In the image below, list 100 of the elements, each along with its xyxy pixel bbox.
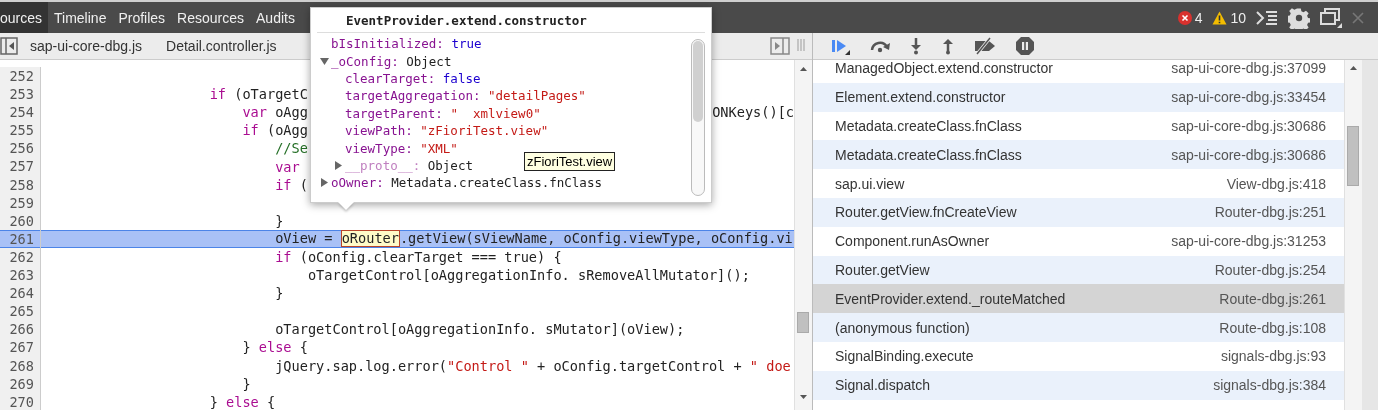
sidebar-toggle-icon[interactable]: [0, 37, 18, 55]
resume-button[interactable]: [831, 37, 851, 55]
call-stack-row[interactable]: Router.getView Router-dbg.js:254: [813, 255, 1344, 285]
step-into-button[interactable]: [909, 37, 923, 55]
code-token: " doe: [749, 357, 791, 374]
code-token: }: [275, 285, 284, 302]
property-value: true: [451, 36, 482, 52]
source-location[interactable]: signals-dbg.js:384: [1213, 377, 1326, 394]
property-value: Metadata.createClass.fnClass: [391, 175, 602, 191]
code-token: var: [242, 104, 267, 121]
line-number: 252: [0, 67, 41, 86]
call-stack-row[interactable]: Signal.dispatch signals-dbg.js:384: [813, 370, 1344, 400]
error-icon: [1177, 10, 1192, 25]
step-out-button[interactable]: [941, 37, 955, 55]
scrollbar-thumb[interactable]: [693, 41, 703, 122]
code-token: {: [299, 339, 308, 356]
function-name: Router.getView: [835, 261, 930, 278]
code-token: else: [258, 339, 292, 356]
panel-tab[interactable]: Profiles: [112, 2, 172, 33]
warning-icon: [1212, 10, 1228, 25]
tooltip: zFioriTest.view: [524, 152, 616, 171]
property-key: oOwner:: [331, 175, 384, 191]
code-token: oAgg: [275, 104, 308, 121]
file-tab[interactable]: Detail.controller.js: [154, 38, 289, 54]
source-location[interactable]: sap-ui-core-dbg.js:31253: [1171, 233, 1326, 250]
source-location[interactable]: Router-dbg.js:254: [1214, 261, 1326, 278]
step-over-button[interactable]: [869, 39, 891, 53]
property-value: Object: [427, 157, 473, 173]
pause-on-exceptions-button[interactable]: [1015, 36, 1035, 56]
panel-tab[interactable]: Audits: [250, 2, 301, 33]
property-value: "XML": [420, 140, 458, 156]
property-key: targetAggregation:: [345, 88, 481, 104]
scrollbar-thumb[interactable]: [797, 312, 809, 333]
expanded-triangle-icon[interactable]: [319, 56, 329, 66]
line-number: 256: [0, 139, 41, 158]
code-token: if: [275, 176, 292, 193]
source-location[interactable]: sap-ui-core-dbg.js:33454: [1171, 89, 1326, 106]
function-name: EventProvider.extend._routeMatched: [835, 290, 1066, 307]
code-token: oView =: [275, 230, 334, 248]
code-token: (oAgg: [267, 122, 308, 139]
source-location[interactable]: Route-dbg.js:108: [1219, 319, 1326, 336]
popover-title: EventProvider.extend.constructor: [317, 8, 705, 33]
dock-icon[interactable]: [1320, 7, 1342, 28]
line-number: 263: [0, 266, 41, 285]
line-number: 254: [0, 103, 41, 122]
call-stack-row[interactable]: Metadata.createClass.fnClass sap-ui-core-dbg.js:30686: [813, 140, 1344, 170]
function-name: Metadata.createClass.fnClass: [835, 118, 1022, 134]
file-tab[interactable]: sap-ui-core-dbg.js: [18, 38, 155, 54]
code-token: (oTargetC: [234, 86, 308, 103]
function-name: Router.getView.fnCreateView: [835, 204, 1017, 221]
code-token: "Control ": [447, 357, 529, 374]
line-number: 266: [0, 320, 41, 339]
line-number: 257: [0, 157, 41, 176]
panel-tab[interactable]: Resources: [171, 2, 251, 33]
deactivate-breakpoints-button[interactable]: [973, 37, 997, 55]
line-number: 264: [0, 284, 41, 303]
warning-count: 10: [1230, 9, 1246, 26]
code-token: oTargetControl[oAggregationInfo._sMutator](oView);: [275, 321, 685, 338]
scrollbar[interactable]: [1344, 60, 1362, 410]
function-name: (anonymous function): [835, 319, 970, 336]
error-count: 4: [1194, 9, 1203, 26]
code-token: ONKeys()[c: [712, 104, 794, 121]
function-name: Metadata.createClass.fnClass: [835, 146, 1022, 163]
settings-icon[interactable]: [1288, 6, 1310, 29]
line-number: 261: [0, 229, 41, 248]
scrollbar-thumb[interactable]: [1347, 126, 1359, 186]
code-token: }: [242, 339, 252, 356]
scrollbar[interactable]: [794, 60, 812, 410]
property-key: viewType:: [345, 140, 413, 156]
property-key: clearTarget:: [345, 70, 436, 86]
call-stack-row[interactable]: (anonymous function) Route-dbg.js:108: [813, 313, 1344, 342]
property-value: "detailPages": [488, 88, 586, 104]
panel-tab[interactable]: ources: [0, 2, 49, 33]
source-location[interactable]: View-dbg.js:418: [1226, 175, 1326, 192]
property-value: Object: [406, 53, 452, 69]
source-location[interactable]: signals-dbg.js:93: [1220, 348, 1326, 365]
source-location[interactable]: Route-dbg.js:261: [1219, 290, 1326, 307]
code-token: + oConfig.targetControl +: [537, 357, 743, 374]
call-stack-row[interactable]: Router.getView.fnCreateView Router-dbg.js:251: [813, 198, 1344, 227]
code-token: jQuery.sap.log.error(: [275, 357, 448, 374]
scrollbar[interactable]: [691, 39, 705, 196]
hovered-identifier[interactable]: oRouter: [340, 230, 400, 248]
call-stack-row[interactable]: EventProvider.extend._routeMatched Route-dbg.js:261: [813, 284, 1344, 314]
console-icon[interactable]: [1256, 9, 1278, 26]
code-token: }: [242, 375, 251, 392]
line-number: 265: [0, 302, 41, 321]
code-token: oTargetControl[oAggregationInfo._sRemoveAllMutator]();: [307, 267, 750, 284]
property-value: " xmlview0": [450, 105, 541, 121]
property-key: targetParent:: [345, 105, 443, 121]
source-location[interactable]: sap-ui-core-dbg.js:30686: [1171, 118, 1326, 134]
code-token: //Se: [275, 140, 308, 157]
source-location[interactable]: Router-dbg.js:251: [1214, 204, 1326, 221]
code-token: (: [299, 176, 308, 193]
source-location[interactable]: sap-ui-core-dbg.js:37099: [1171, 60, 1326, 77]
call-stack-row[interactable]: Element.extend.constructor sap-ui-core-dbg.js:33454: [813, 82, 1344, 112]
panel-tab[interactable]: Timeline: [48, 2, 113, 33]
source-location[interactable]: sap-ui-core-dbg.js:30686: [1171, 146, 1326, 163]
function-name: Signal.dispatch: [835, 377, 930, 394]
sidebar-toggle-icon[interactable]: [770, 37, 790, 55]
line-number: 267: [0, 338, 41, 357]
